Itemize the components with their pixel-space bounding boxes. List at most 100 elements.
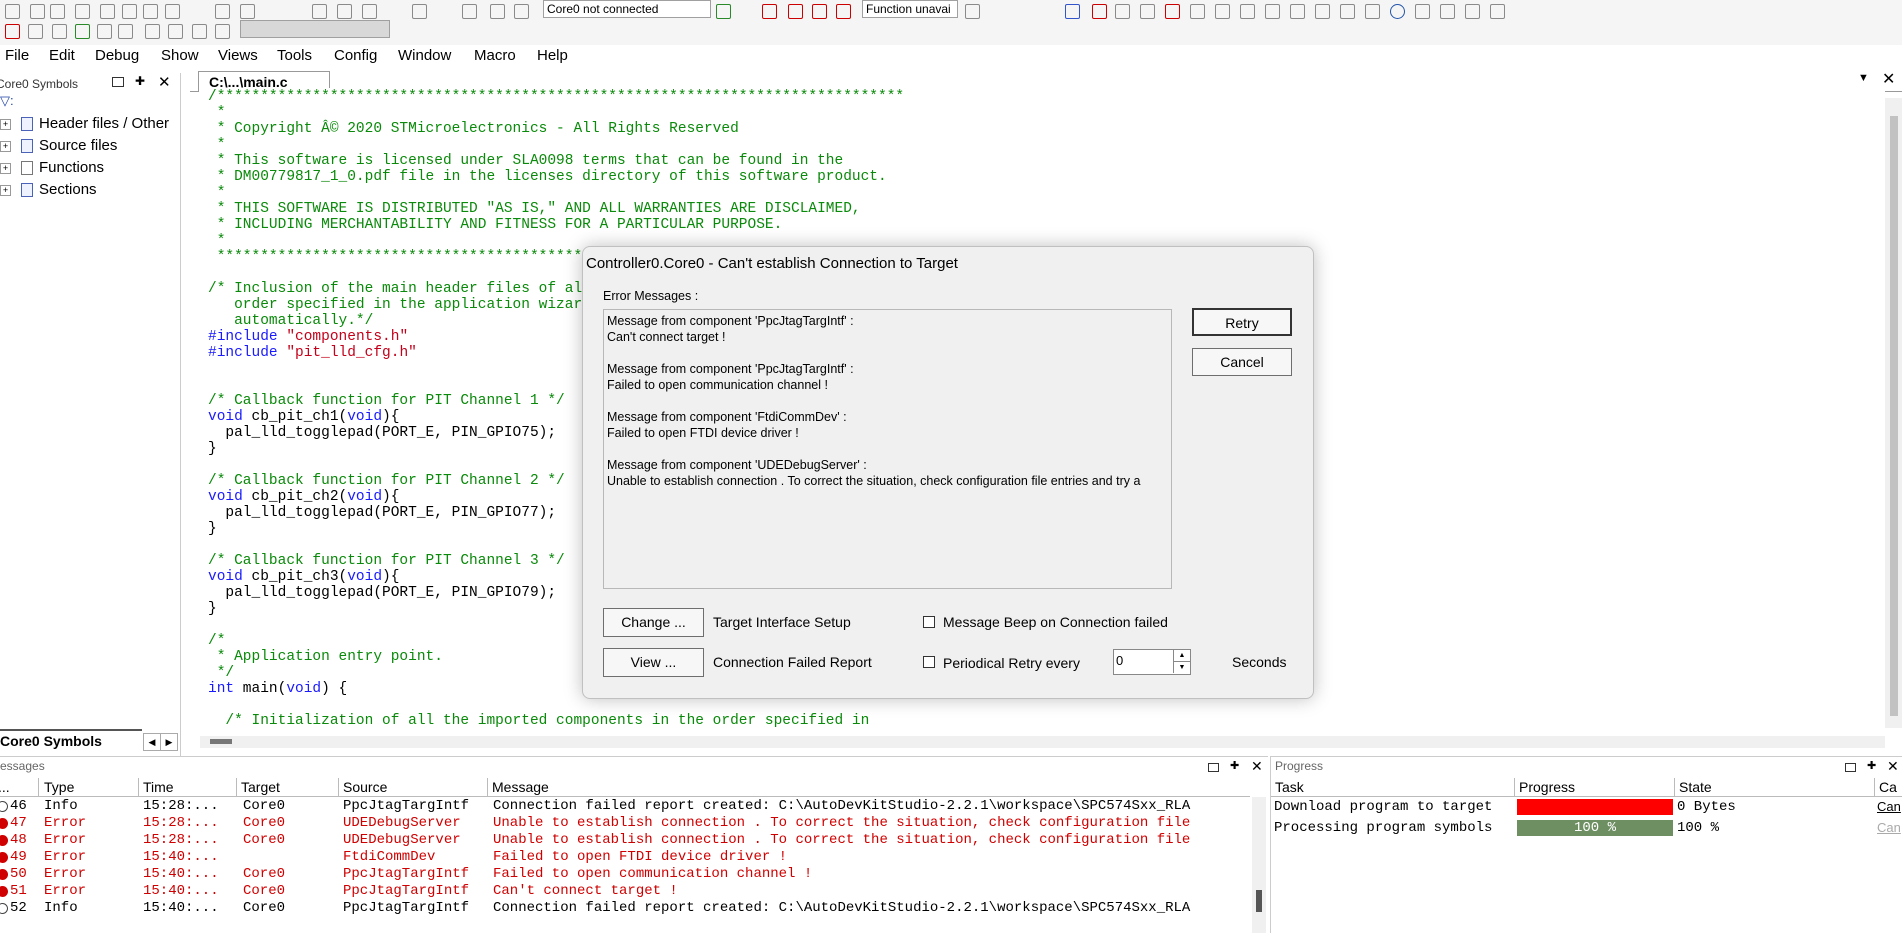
message-row[interactable]: 49 Error 15:40:... FtdiCommDev Failed to ope… bbox=[0, 849, 1250, 866]
toolbar-icon[interactable] bbox=[514, 4, 529, 19]
spin-down-icon[interactable]: ▼ bbox=[1173, 662, 1190, 673]
globe-icon[interactable] bbox=[1390, 4, 1405, 19]
col-state[interactable]: State bbox=[1675, 778, 1875, 796]
menu-edit[interactable]: Edit bbox=[49, 47, 75, 64]
target-select[interactable] bbox=[240, 20, 390, 38]
toolbar-icon[interactable] bbox=[5, 4, 20, 19]
message-row[interactable]: 47 Error 15:28:... Core0 UDEDebugServer Unabl… bbox=[0, 815, 1250, 832]
menu-config[interactable]: Config bbox=[334, 47, 377, 64]
close-icon[interactable]: ✕ bbox=[1887, 758, 1899, 775]
editor-vertical-scrollbar[interactable] bbox=[1885, 98, 1902, 728]
error-messages-box[interactable]: Message from component 'PpcJtagTargIntf'… bbox=[603, 309, 1172, 589]
toolbar-icon[interactable] bbox=[1315, 4, 1330, 19]
connect-icon[interactable] bbox=[716, 4, 731, 19]
close-editor-icon[interactable]: ✕ bbox=[1882, 69, 1895, 89]
toolbar-icon[interactable] bbox=[5, 24, 20, 39]
retry-button[interactable]: Retry bbox=[1192, 308, 1292, 336]
periodical-retry-checkbox[interactable] bbox=[923, 656, 935, 668]
toolbar-icon[interactable] bbox=[1465, 4, 1480, 19]
toolbar-icon[interactable] bbox=[1415, 4, 1430, 19]
toolbar-icon[interactable] bbox=[412, 4, 427, 19]
toolbar-icon[interactable] bbox=[168, 24, 183, 39]
toolbar-icon[interactable] bbox=[462, 4, 477, 19]
toolbar-icon[interactable] bbox=[1065, 4, 1080, 19]
cancel-button[interactable]: Cancel bbox=[1192, 348, 1292, 376]
toolbar-icon[interactable] bbox=[122, 4, 137, 19]
toolbar-icon[interactable] bbox=[965, 4, 980, 19]
col-type[interactable]: Type bbox=[40, 778, 139, 796]
tree-item-source-files[interactable]: + Source files bbox=[0, 137, 117, 154]
toolbar-icon[interactable] bbox=[1240, 4, 1255, 19]
dropdown-icon[interactable]: ▼ bbox=[1858, 72, 1869, 84]
expand-icon[interactable]: + bbox=[0, 140, 11, 152]
symbols-tab[interactable]: Core0 Symbols bbox=[0, 729, 142, 753]
toolbar-icon[interactable] bbox=[1092, 4, 1107, 19]
toolbar-icon[interactable] bbox=[1440, 4, 1455, 19]
editor-horizontal-scrollbar[interactable] bbox=[200, 736, 1885, 748]
pin-icon[interactable]: ✚ bbox=[135, 74, 145, 88]
open-icon[interactable] bbox=[30, 4, 45, 19]
pin-icon[interactable]: ✚ bbox=[1230, 759, 1239, 772]
close-icon[interactable]: ✕ bbox=[158, 73, 171, 91]
toolbar-icon[interactable] bbox=[75, 4, 90, 19]
change-button[interactable]: Change ... bbox=[603, 608, 704, 637]
menu-help[interactable]: Help bbox=[537, 47, 568, 64]
scroll-right-icon[interactable]: ▶ bbox=[160, 733, 178, 751]
col-message[interactable]: Message bbox=[488, 778, 1250, 796]
toolbar-icon[interactable] bbox=[1140, 4, 1155, 19]
toolbar-icon[interactable] bbox=[215, 24, 230, 39]
close-icon[interactable]: ✕ bbox=[1251, 758, 1263, 775]
progress-cancel-button[interactable]: Can bbox=[1877, 798, 1901, 816]
toolbar-icon[interactable] bbox=[362, 4, 377, 19]
col-progress[interactable]: Progress bbox=[1515, 778, 1675, 796]
toolbar-icon[interactable] bbox=[490, 4, 505, 19]
restore-icon[interactable] bbox=[112, 77, 124, 87]
tree-item-header-files[interactable]: + Header files / Other bbox=[0, 115, 169, 132]
col-task[interactable]: Task bbox=[1271, 778, 1515, 796]
tree-item-functions[interactable]: + Functions bbox=[0, 159, 104, 176]
toolbar-icon[interactable] bbox=[1215, 4, 1230, 19]
toolbar-icon[interactable] bbox=[28, 24, 43, 39]
save-icon[interactable] bbox=[100, 4, 115, 19]
toolbar-icon[interactable] bbox=[788, 4, 803, 19]
toolbar-icon[interactable] bbox=[118, 24, 133, 39]
message-row[interactable]: 46 Info 15:28:... Core0 PpcJtagTargIntf Conne… bbox=[0, 798, 1250, 815]
message-row[interactable]: 51 Error 15:40:... Core0 PpcJtagTargIntf Can'… bbox=[0, 883, 1250, 900]
pin-icon[interactable]: ✚ bbox=[1867, 759, 1876, 772]
message-row[interactable]: 52 Info 15:40:... Core0 PpcJtagTargIntf Conne… bbox=[0, 900, 1250, 917]
toolbar-icon[interactable] bbox=[97, 24, 112, 39]
scroll-left-icon[interactable]: ◀ bbox=[143, 733, 161, 751]
col-cancel[interactable]: Ca bbox=[1875, 778, 1902, 796]
toolbar-icon[interactable] bbox=[337, 4, 352, 19]
toolbar-icon[interactable] bbox=[762, 4, 777, 19]
print-icon[interactable] bbox=[143, 4, 158, 19]
col-target[interactable]: Target bbox=[237, 778, 339, 796]
toolbar-icon[interactable] bbox=[1290, 4, 1305, 19]
filter-icon[interactable]: ▽: bbox=[0, 93, 14, 109]
toolbar-icon[interactable] bbox=[1115, 4, 1130, 19]
messages-scrollbar[interactable] bbox=[1252, 797, 1266, 933]
menu-tools[interactable]: Tools bbox=[277, 47, 312, 64]
toolbar-icon[interactable] bbox=[1190, 4, 1205, 19]
copy-icon[interactable] bbox=[240, 4, 255, 19]
col-time[interactable]: Time bbox=[139, 778, 237, 796]
toolbar-icon[interactable] bbox=[145, 24, 160, 39]
menu-file[interactable]: File bbox=[5, 47, 29, 64]
scrollbar-thumb[interactable] bbox=[1890, 116, 1898, 716]
toolbar-icon[interactable] bbox=[1265, 4, 1280, 19]
toolbar-icon[interactable] bbox=[165, 4, 180, 19]
tree-item-sections[interactable]: + Sections bbox=[0, 181, 97, 198]
toolbar-icon[interactable] bbox=[75, 24, 90, 39]
expand-icon[interactable]: + bbox=[0, 162, 11, 174]
message-row[interactable]: 48 Error 15:28:... Core0 UDEDebugServer Unabl… bbox=[0, 832, 1250, 849]
restore-icon[interactable] bbox=[1208, 763, 1219, 772]
toolbar-icon[interactable] bbox=[836, 4, 851, 19]
expand-icon[interactable]: + bbox=[0, 118, 11, 130]
toolbar-icon[interactable] bbox=[812, 4, 827, 19]
toolbar-icon[interactable] bbox=[1165, 4, 1180, 19]
seconds-spinner[interactable]: 0 ▲ ▼ bbox=[1113, 649, 1191, 675]
toolbar-icon[interactable] bbox=[192, 24, 207, 39]
view-button[interactable]: View ... bbox=[603, 648, 704, 677]
toolbar-icon[interactable] bbox=[1490, 4, 1505, 19]
toolbar-icon[interactable] bbox=[312, 4, 327, 19]
